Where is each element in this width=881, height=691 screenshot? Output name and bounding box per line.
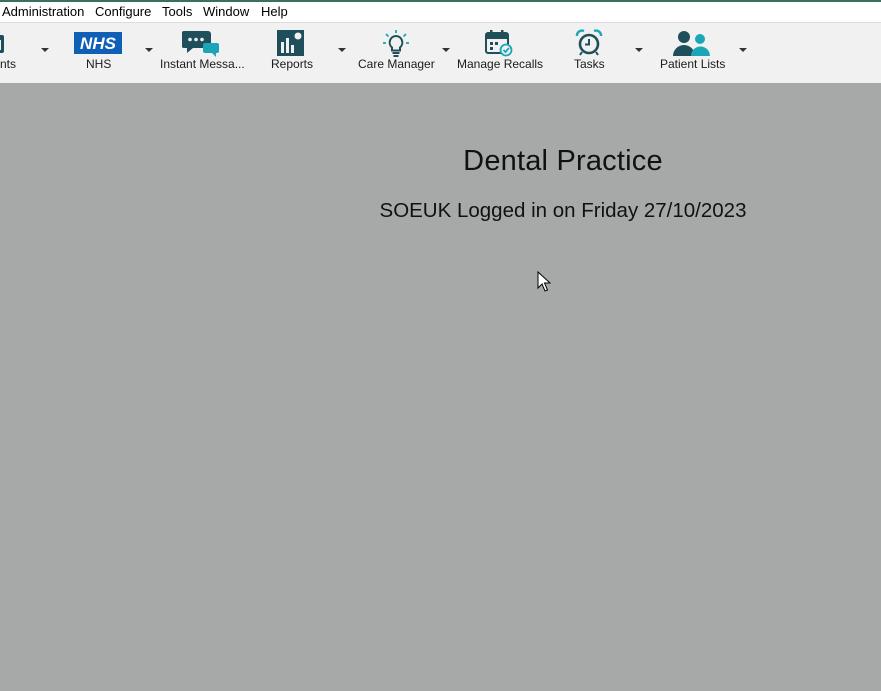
toolbar-reports-label: Reports [271, 57, 314, 71]
lightbulb-icon [383, 30, 409, 57]
nhs-dropdown-arrow[interactable] [145, 48, 153, 52]
toolbar-manage-recalls-button[interactable]: Manage Recalls [455, 23, 543, 81]
tasks-dropdown-arrow[interactable] [635, 48, 643, 52]
toolbar-nhs-label: NHS [86, 57, 112, 71]
mouse-pointer-icon [537, 271, 551, 292]
toolbar-appointments-label: nts [0, 57, 17, 71]
alarm-clock-icon [575, 29, 603, 56]
main-toolbar: nts NHS NHS Instant Messa... Reports Car… [0, 22, 881, 84]
nhs-logo-icon: NHS [74, 32, 122, 54]
calendar-check-icon [485, 30, 513, 57]
login-status-text: SOEUK Logged in on Friday 27/10/2023 [379, 199, 747, 222]
patient-lists-dropdown-arrow[interactable] [739, 48, 747, 52]
menu-configure[interactable]: Configure [95, 5, 151, 19]
svg-text:NHS: NHS [80, 34, 117, 53]
appointments-icon [0, 35, 4, 53]
toolbar-appointments-button[interactable]: nts [0, 23, 40, 81]
toolbar-patient-lists-button[interactable]: Patient Lists [657, 23, 729, 81]
menu-window[interactable]: Window [203, 5, 249, 19]
toolbar-nhs-button[interactable]: NHS NHS [70, 23, 126, 81]
toolbar-care-manager-label: Care Manager [358, 57, 435, 71]
toolbar-manage-recalls-label: Manage Recalls [457, 57, 544, 71]
toolbar-instant-messaging-label: Instant Messa... [160, 57, 245, 71]
toolbar-tasks-button[interactable]: Tasks [566, 23, 610, 81]
care-manager-dropdown-arrow[interactable] [442, 48, 450, 52]
menu-tools[interactable]: Tools [162, 5, 192, 19]
reports-dropdown-arrow[interactable] [338, 48, 346, 52]
main-workspace: Dental Practice SOEUK Logged in on Frida… [0, 83, 881, 691]
practice-name-title: Dental Practice [463, 145, 663, 177]
toolbar-reports-button[interactable]: Reports [266, 23, 318, 81]
chat-bubbles-icon [182, 31, 219, 57]
menu-help[interactable]: Help [261, 5, 288, 19]
bar-chart-icon [277, 30, 304, 56]
people-icon [673, 31, 710, 56]
appointments-dropdown-arrow[interactable] [41, 48, 49, 52]
toolbar-tasks-label: Tasks [574, 57, 605, 71]
toolbar-instant-messaging-button[interactable]: Instant Messa... [158, 23, 245, 81]
toolbar-patient-lists-label: Patient Lists [660, 57, 726, 71]
toolbar-care-manager-button[interactable]: Care Manager [356, 23, 436, 81]
menu-administration[interactable]: Administration [2, 5, 84, 19]
menu-bar: Administration Configure Tools Window He… [0, 2, 881, 22]
